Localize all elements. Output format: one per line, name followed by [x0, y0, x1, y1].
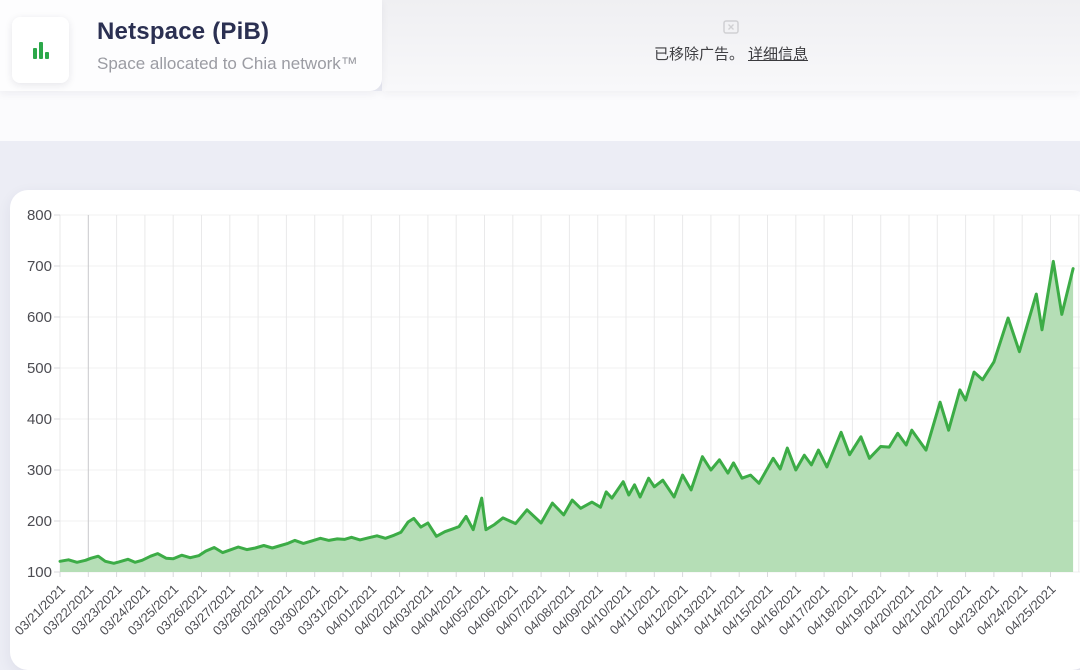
y-axis-label: 300 [27, 462, 52, 479]
page-subtitle: Space allocated to Chia network™ [97, 54, 358, 74]
y-axis-label: 800 [27, 207, 52, 224]
ad-notice-panel: 已移除广告。详细信息 [382, 0, 1080, 91]
y-axis: 100 200 300 400 500 600 700 800 [27, 207, 60, 581]
bar-chart-icon [33, 42, 49, 59]
y-axis-label: 400 [27, 411, 52, 428]
netspace-icon-card [12, 17, 69, 83]
netspace-chart-card: 100 200 300 400 500 600 700 800 03/21/202103/22/… [10, 190, 1080, 670]
y-axis-label: 600 [27, 309, 52, 326]
netspace-chart[interactable]: 100 200 300 400 500 600 700 800 03/21/202103/22/… [10, 190, 1080, 649]
y-axis-label: 200 [27, 513, 52, 530]
ad-details-link[interactable]: 详细信息 [748, 46, 808, 63]
netspace-area-fill [60, 261, 1073, 572]
ad-removed-text: 已移除广告。 [654, 46, 744, 63]
y-axis-label: 500 [27, 360, 52, 377]
y-axis-label: 700 [27, 258, 52, 275]
chart-header-panel: Netspace (PiB) Space allocated to Chia n… [0, 0, 382, 91]
y-axis-label: 100 [27, 564, 52, 581]
x-axis: 03/21/202103/22/202103/23/202103/24/2021… [11, 572, 1058, 638]
header-spacer-band [0, 91, 1080, 141]
page-title: Netspace (PiB) [97, 18, 269, 46]
ad-blocked-icon [723, 20, 739, 34]
